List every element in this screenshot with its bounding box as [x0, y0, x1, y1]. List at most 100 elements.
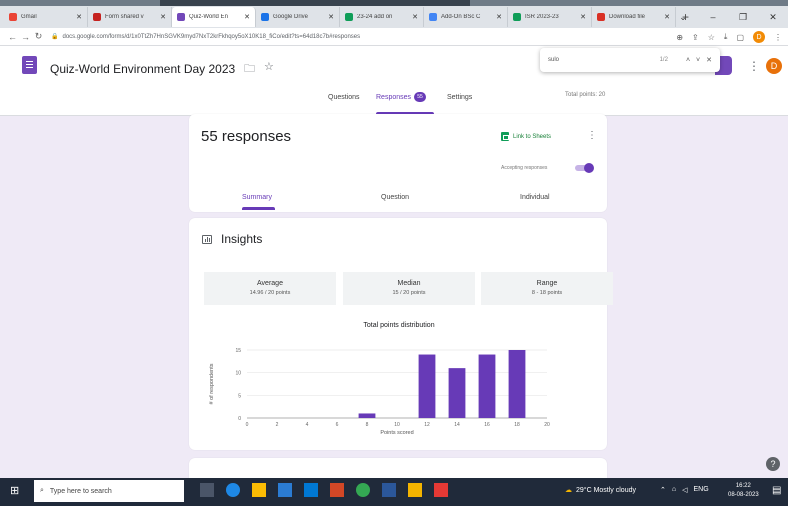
y-tick-label: 10 [235, 371, 241, 377]
clock[interactable]: 16:22 08-08-2023 [728, 482, 759, 500]
x-tick-label: 0 [246, 422, 249, 428]
acrobat-icon[interactable] [434, 483, 448, 497]
notification-icon[interactable]: ▤ [772, 485, 781, 496]
mail-icon[interactable] [304, 483, 318, 497]
close-window-icon[interactable]: ✕ [758, 12, 788, 23]
task-view-icon[interactable] [200, 483, 214, 497]
reload-icon[interactable]: ↻ [32, 31, 45, 42]
system-tray: ⌃ ⌂ ◁ ENG [660, 486, 709, 494]
lens-icon[interactable]: ⊕ [676, 33, 683, 42]
browser-tab-label: Form shared v [105, 14, 144, 20]
back-icon[interactable]: ← [6, 32, 19, 42]
x-tick-label: 18 [514, 422, 520, 428]
download-icon[interactable]: ⤓ [724, 32, 728, 42]
insights-title: Insights [221, 232, 263, 246]
find-previous-icon[interactable]: ˄ [686, 57, 690, 64]
browser-tab[interactable]: 23-24 add on ✕ [340, 7, 424, 27]
weather-widget[interactable]: ☁ 29°C Mostly cloudy [565, 486, 636, 495]
star-icon[interactable]: ☆ [264, 60, 274, 73]
tab-favicon-icon [177, 13, 185, 21]
minimize-icon[interactable]: – [698, 12, 728, 22]
tray-chevron-icon[interactable]: ⌃ [660, 486, 666, 494]
avatar[interactable]: D [766, 58, 782, 74]
powerpoint-icon[interactable] [330, 483, 344, 497]
stat-range-label: Range [536, 280, 558, 287]
link-to-sheets-button[interactable]: Link to Sheets [501, 132, 551, 141]
maximize-icon[interactable]: ❐ [728, 12, 758, 23]
stat-median-label: Median [397, 280, 421, 287]
browser-tab[interactable]: Quiz-World En ✕ [172, 7, 256, 27]
tab-responses[interactable]: Responses 55 [376, 90, 427, 104]
browser-tab-label: Add-On BSc C [441, 14, 481, 20]
browser-tab[interactable]: Download file ✕ [592, 7, 676, 27]
total-points: Total points: 20 [565, 92, 606, 98]
browser-tab[interactable]: ISR 2023-23 ✕ [508, 7, 592, 27]
tab-search-icon[interactable]: ⌄ [668, 12, 698, 23]
find-next-icon[interactable]: ˅ [696, 57, 700, 64]
accepting-responses-toggle[interactable] [574, 162, 596, 174]
chrome-icon[interactable] [356, 483, 370, 497]
profile-icon[interactable]: D [753, 31, 765, 43]
browser-tab-bar: Gmail ✕ Form shared v ✕ Quiz-World En ✕ Google… [0, 6, 788, 28]
forward-icon[interactable]: → [19, 32, 32, 42]
stat-median-value: 15 / 20 points [392, 290, 426, 296]
browser-tab-label: Gmail [21, 14, 37, 20]
store-icon[interactable] [278, 483, 292, 497]
browser-menu-icon[interactable]: ⋮ [774, 33, 782, 42]
tray-lang[interactable]: ENG [694, 486, 709, 494]
browser-tab[interactable]: Gmail ✕ [4, 7, 88, 27]
browser-tab[interactable]: Add-On BSc C ✕ [424, 7, 508, 27]
tab-close-icon[interactable]: ✕ [580, 13, 586, 21]
window-controls: ⌄ – ❐ ✕ [668, 6, 788, 28]
edge-icon[interactable] [226, 483, 240, 497]
share-icon[interactable]: ⇪ [692, 33, 699, 42]
tab-questions[interactable]: Questions [328, 90, 360, 104]
x-tick-label: 20 [544, 422, 550, 428]
subtab-individual[interactable]: Individual [520, 194, 550, 201]
tab-close-icon[interactable]: ✕ [496, 13, 502, 21]
url-field[interactable]: 🔒 docs.google.com/forms/d/1x0TtZh7HnSGVK… [51, 33, 361, 41]
points-distribution-chart: Total points distribution 0 5 10 15 0 2 4 6 8 10 12… [199, 314, 599, 450]
clock-date: 08-08-2023 [728, 492, 759, 498]
bookmark-star-icon[interactable]: ☆ [708, 33, 715, 42]
chart-bar [418, 354, 436, 418]
clock-time: 16:22 [735, 483, 751, 489]
browser-tab[interactable]: Form shared v ✕ [88, 7, 172, 27]
tray-volume-icon[interactable]: ◁ [682, 486, 687, 494]
chart-bar [478, 354, 496, 418]
x-tick-label: 8 [366, 422, 369, 428]
subtab-question[interactable]: Question [381, 194, 409, 201]
photos-icon[interactable] [408, 483, 422, 497]
file-explorer-icon[interactable] [252, 483, 266, 497]
sheets-icon [501, 132, 509, 141]
browser-tab[interactable]: Google Drive ✕ [256, 7, 340, 27]
taskbar-search[interactable]: ⌕ Type here to search [34, 480, 184, 502]
find-input[interactable]: sulo [548, 57, 660, 63]
tab-close-icon[interactable]: ✕ [412, 13, 418, 21]
responses-more-icon[interactable]: ⋮ [587, 130, 597, 141]
word-icon[interactable] [382, 483, 396, 497]
url-text: docs.google.com/forms/d/1x0TtZh7HnSGVK9m… [62, 33, 361, 40]
sidepanel-icon[interactable]: ▢ [736, 33, 744, 42]
y-tick-label: 15 [235, 348, 241, 354]
help-icon[interactable]: ? [766, 457, 780, 471]
move-to-folder-icon[interactable]: 🗀 [244, 60, 255, 79]
tab-settings[interactable]: Settings [447, 90, 472, 104]
windows-start-icon[interactable]: ⊞ [10, 484, 19, 497]
tab-close-icon[interactable]: ✕ [244, 13, 250, 21]
weather-icon: ☁ [565, 487, 572, 494]
tab-close-icon[interactable]: ✕ [328, 13, 334, 21]
chart-bar [508, 350, 526, 418]
forms-logo-icon[interactable] [22, 56, 37, 74]
tray-network-icon[interactable]: ⌂ [672, 486, 676, 494]
y-axis-label: # of respondents [209, 363, 215, 404]
form-title[interactable]: Quiz-World Environment Day 2023 [50, 62, 235, 76]
find-close-icon[interactable]: ✕ [706, 56, 712, 64]
insights-card: Insights Average 14.96 / 20 points Media… [189, 218, 613, 450]
tab-close-icon[interactable]: ✕ [76, 13, 82, 21]
more-options-icon[interactable]: ⋮ [748, 59, 760, 73]
tab-close-icon[interactable]: ✕ [160, 13, 166, 21]
stat-median: Median 15 / 20 points [343, 272, 475, 305]
browser-tab-label: Google Drive [273, 14, 309, 20]
subtab-summary[interactable]: Summary [242, 194, 272, 201]
